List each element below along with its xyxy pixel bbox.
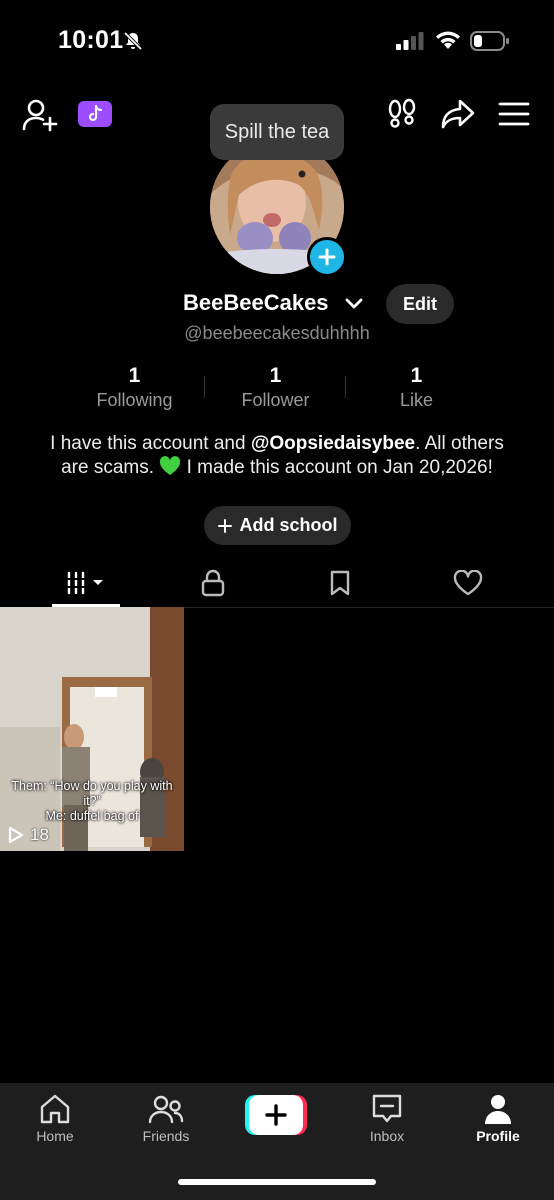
nav-label: Inbox: [369, 1128, 405, 1144]
profile-icon: [485, 1095, 511, 1124]
add-avatar-button[interactable]: [307, 237, 347, 277]
friends-icon: [148, 1095, 184, 1124]
edit-profile-button[interactable]: Edit: [386, 284, 454, 324]
tab-liked[interactable]: [433, 560, 503, 606]
nav-label: Profile: [476, 1128, 520, 1144]
profile-tabs: [0, 560, 554, 608]
stat-value: 1: [410, 364, 423, 387]
video-caption: Them: “How do you play with it?” Me: duf…: [6, 779, 178, 824]
status-time: 10:01: [58, 26, 124, 54]
tab-private[interactable]: [178, 560, 248, 606]
heart-outline-icon: [453, 570, 483, 596]
cellular-signal-icon: [396, 32, 424, 50]
status-bar: 10:01: [0, 0, 554, 80]
bell-muted-icon: [123, 31, 143, 51]
stat-label: Follower: [241, 390, 310, 410]
add-friend-icon[interactable]: [22, 98, 58, 132]
inbox-icon: [372, 1094, 402, 1123]
lock-icon: [201, 569, 225, 597]
chevron-down-icon[interactable]: [344, 296, 364, 312]
videos-grid-icon: [66, 571, 103, 595]
stat-label: Like: [399, 390, 434, 410]
battery-icon: [470, 31, 509, 51]
footprint-icon[interactable]: [386, 98, 418, 130]
green-heart-icon: [160, 456, 181, 475]
bookmark-icon: [330, 570, 350, 596]
bio-mention-link[interactable]: @Oopsiedaisybee: [251, 433, 415, 454]
stat-value: 1: [269, 364, 282, 387]
add-school-button[interactable]: Add school: [204, 506, 351, 545]
view-count: 18: [30, 825, 49, 844]
nav-profile[interactable]: Profile: [453, 1093, 543, 1153]
bio-text: I have this account and: [50, 433, 251, 454]
stat-followers[interactable]: 1 Follower: [205, 364, 346, 414]
stat-label: Following: [96, 390, 173, 410]
create-video-button[interactable]: [245, 1095, 307, 1135]
plus-icon: [217, 518, 232, 533]
wifi-icon: [436, 31, 460, 49]
tiktok-badge-icon[interactable]: [78, 101, 112, 127]
stat-following[interactable]: 1 Following: [64, 364, 205, 414]
home-indicator[interactable]: [178, 1179, 376, 1185]
share-icon[interactable]: [440, 98, 476, 130]
nav-friends[interactable]: Friends: [121, 1093, 211, 1153]
nav-label: Friends: [142, 1128, 190, 1144]
display-name[interactable]: BeeBeeCakes: [183, 290, 329, 316]
plus-icon: [318, 248, 336, 266]
nav-inbox[interactable]: Inbox: [342, 1093, 432, 1153]
nav-home[interactable]: Home: [10, 1093, 100, 1153]
bio-text: I made this account on Jan 20,2026!: [181, 457, 493, 478]
spill-the-tea-bubble[interactable]: Spill the tea: [210, 104, 344, 160]
video-thumbnail[interactable]: Them: “How do you play with it?” Me: duf…: [0, 607, 184, 851]
username-handle: @beebeecakesduhhhh: [184, 323, 370, 343]
video-view-count: 18: [8, 825, 49, 845]
nav-label: Home: [36, 1128, 74, 1144]
add-school-label: Add school: [239, 515, 338, 535]
stat-likes[interactable]: 1 Like: [346, 364, 487, 414]
bottom-navigation: Home Friends Inbox Profile: [0, 1083, 554, 1200]
profile-stats: 1 Following 1 Follower 1 Like: [64, 364, 488, 414]
home-icon: [40, 1094, 70, 1124]
username-row: BeeBeeCakes: [0, 286, 554, 322]
play-icon: [8, 826, 24, 844]
caption-line: Me: duffel bag of: [45, 809, 139, 823]
menu-icon[interactable]: [498, 100, 530, 128]
profile-bio: I have this account and @Oopsiedaisybee.…: [40, 432, 514, 480]
stat-value: 1: [128, 364, 141, 387]
tab-saved[interactable]: [305, 560, 375, 606]
tab-videos[interactable]: [51, 560, 121, 606]
caption-line: Them: “How do you play with it?”: [11, 779, 173, 808]
music-note-icon: [88, 105, 103, 122]
